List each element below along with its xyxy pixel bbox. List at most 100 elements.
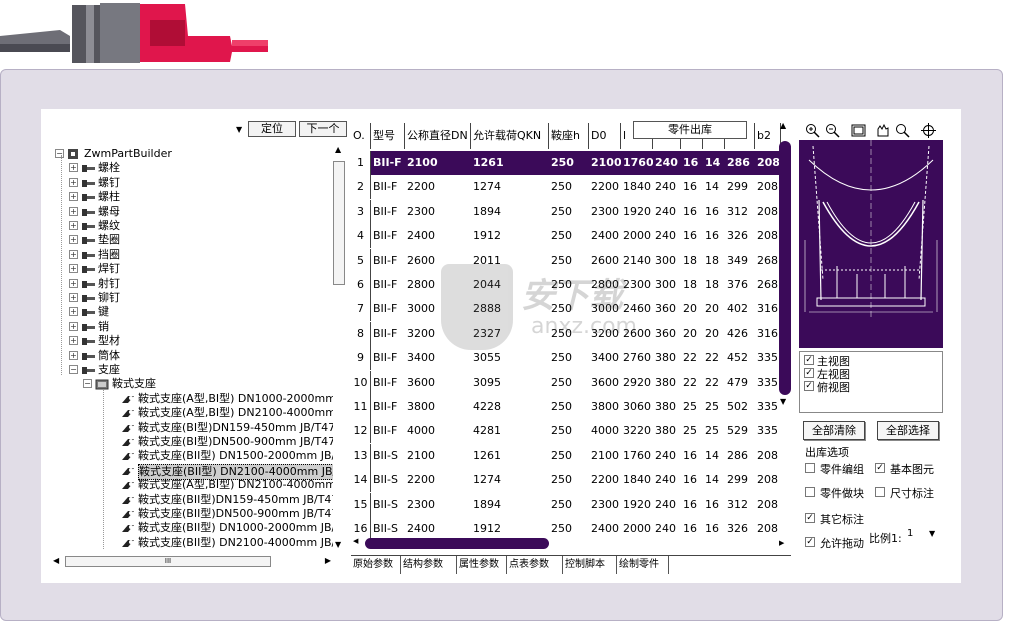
- table-cell[interactable]: 299: [725, 175, 755, 199]
- table-cell[interactable]: 286: [725, 444, 755, 468]
- table-cell[interactable]: 380: [653, 419, 681, 443]
- table-cell[interactable]: 22: [681, 371, 703, 395]
- zoom-out-icon[interactable]: [825, 123, 840, 138]
- tab-5[interactable]: 控制脚本: [563, 556, 617, 574]
- expander-icon[interactable]: −: [55, 149, 64, 158]
- expander-icon[interactable]: +: [69, 278, 78, 288]
- table-cell[interactable]: BII-F: [371, 419, 405, 443]
- table-cell[interactable]: BII-F: [371, 200, 405, 224]
- table-cell[interactable]: 25: [703, 419, 725, 443]
- table-cell[interactable]: 22: [703, 346, 725, 370]
- column-header[interactable]: 型号: [371, 123, 405, 149]
- next-button[interactable]: 下一个: [299, 121, 347, 137]
- expander-icon[interactable]: +: [69, 177, 78, 187]
- table-cell[interactable]: 16: [703, 493, 725, 517]
- tree-horizontal-scrollbar[interactable]: ◀ III ▶: [53, 555, 331, 569]
- column-header[interactable]: 公称直径DN: [405, 123, 471, 149]
- table-cell[interactable]: 250: [549, 419, 589, 443]
- zoom-in-icon[interactable]: [805, 123, 820, 138]
- table-cell[interactable]: 16: [681, 200, 703, 224]
- table-cell[interactable]: BII-F: [371, 297, 405, 321]
- table-cell[interactable]: BII-S: [371, 468, 405, 492]
- table-cell[interactable]: 240: [653, 444, 681, 468]
- expander-icon[interactable]: +: [69, 321, 78, 331]
- table-cell[interactable]: 3220: [621, 419, 653, 443]
- column-header[interactable]: D0: [589, 123, 621, 149]
- table-row[interactable]: 14 BII-S 2200 1274 250 2200 1840 240 16 14 299 208: [351, 468, 781, 493]
- table-cell[interactable]: 300: [653, 273, 681, 297]
- export-part-button[interactable]: 零件出库: [633, 121, 747, 139]
- table-cell[interactable]: BII-F: [371, 175, 405, 199]
- table-cell[interactable]: 250: [549, 468, 589, 492]
- table-cell[interactable]: BII-F: [371, 273, 405, 297]
- table-cell[interactable]: 1894: [471, 493, 549, 517]
- zoom-window-icon[interactable]: [895, 123, 910, 138]
- table-cell[interactable]: 2100: [405, 151, 471, 175]
- table-cell[interactable]: 14: [703, 444, 725, 468]
- table-cell[interactable]: 3800: [405, 395, 471, 419]
- table-row[interactable]: 10 BII-F 3600 3095 250 3600 2920 380 22 22 479 335: [351, 370, 781, 395]
- tab-6[interactable]: 绘制零件: [617, 556, 669, 574]
- table-cell[interactable]: 2200: [589, 468, 621, 492]
- tab-3[interactable]: 属性参数: [457, 556, 507, 574]
- table-cell[interactable]: 4281: [471, 419, 549, 443]
- table-cell[interactable]: 16: [681, 224, 703, 248]
- table-cell[interactable]: 250: [549, 151, 589, 175]
- view-checkbox[interactable]: ✓: [804, 368, 814, 378]
- table-cell[interactable]: 2300: [589, 493, 621, 517]
- column-header[interactable]: 鞍座h: [549, 123, 589, 149]
- table-cell[interactable]: 1894: [471, 200, 549, 224]
- table-cell[interactable]: 2300: [405, 200, 471, 224]
- table-cell[interactable]: 16: [681, 151, 703, 175]
- scroll-up-icon[interactable]: ▲: [335, 145, 341, 154]
- table-row[interactable]: 3 BII-F 2300 1894 250 2300 1920 240 16 16 312 208: [351, 199, 781, 224]
- table-cell[interactable]: 2400: [589, 224, 621, 248]
- table-cell[interactable]: 240: [653, 493, 681, 517]
- table-cell[interactable]: BII-F: [371, 249, 405, 273]
- table-cell[interactable]: 1274: [471, 175, 549, 199]
- table-cell[interactable]: 250: [549, 371, 589, 395]
- clear-all-button[interactable]: 全部清除: [803, 421, 865, 440]
- table-cell[interactable]: 1760: [621, 444, 653, 468]
- table-cell[interactable]: BII-F: [371, 224, 405, 248]
- table-cell[interactable]: 240: [653, 200, 681, 224]
- scroll-down-icon[interactable]: ▼: [780, 397, 786, 406]
- table-cell[interactable]: 22: [681, 346, 703, 370]
- hscroll-thumb[interactable]: III: [65, 556, 271, 567]
- table-cell[interactable]: BII-S: [371, 444, 405, 468]
- table-cell[interactable]: 426: [725, 322, 755, 346]
- expander-icon[interactable]: −: [69, 365, 78, 374]
- tab-1[interactable]: 原始参数: [351, 556, 401, 574]
- scroll-left-icon[interactable]: ◀: [53, 556, 59, 565]
- table-vertical-scrollbar[interactable]: ▲ ▼: [777, 121, 791, 551]
- option-checkbox[interactable]: [805, 463, 815, 473]
- table-cell[interactable]: 240: [653, 151, 681, 175]
- expander-icon[interactable]: +: [69, 206, 78, 216]
- table-cell[interactable]: 1840: [621, 175, 653, 199]
- table-cell[interactable]: 479: [725, 371, 755, 395]
- table-cell[interactable]: 376: [725, 273, 755, 297]
- table-cell[interactable]: 1920: [621, 200, 653, 224]
- table-row[interactable]: 13 BII-S 2100 1261 250 2100 1760 240 16 14 286 208: [351, 443, 781, 468]
- option-checkbox[interactable]: ✓: [805, 537, 815, 547]
- table-cell[interactable]: 300: [653, 249, 681, 273]
- table-cell[interactable]: 299: [725, 468, 755, 492]
- table-cell[interactable]: 2100: [589, 151, 621, 175]
- table-cell[interactable]: 25: [703, 395, 725, 419]
- table-cell[interactable]: 14: [703, 175, 725, 199]
- table-cell[interactable]: 1274: [471, 468, 549, 492]
- table-row[interactable]: 1 BII-F 2100 1261 250 2100 1760 240 16 14 286 208: [351, 151, 781, 176]
- table-cell[interactable]: 250: [549, 444, 589, 468]
- option-checkbox[interactable]: [805, 487, 815, 497]
- table-cell[interactable]: 529: [725, 419, 755, 443]
- table-cell[interactable]: 250: [549, 224, 589, 248]
- table-cell[interactable]: 502: [725, 395, 755, 419]
- table-cell[interactable]: 1840: [621, 468, 653, 492]
- table-cell[interactable]: 349: [725, 249, 755, 273]
- scroll-thumb[interactable]: [333, 161, 345, 285]
- table-cell[interactable]: BII-F: [371, 395, 405, 419]
- expander-icon[interactable]: +: [69, 336, 78, 346]
- table-cell[interactable]: 240: [653, 224, 681, 248]
- expander-icon[interactable]: +: [69, 293, 78, 302]
- table-cell[interactable]: 2920: [621, 371, 653, 395]
